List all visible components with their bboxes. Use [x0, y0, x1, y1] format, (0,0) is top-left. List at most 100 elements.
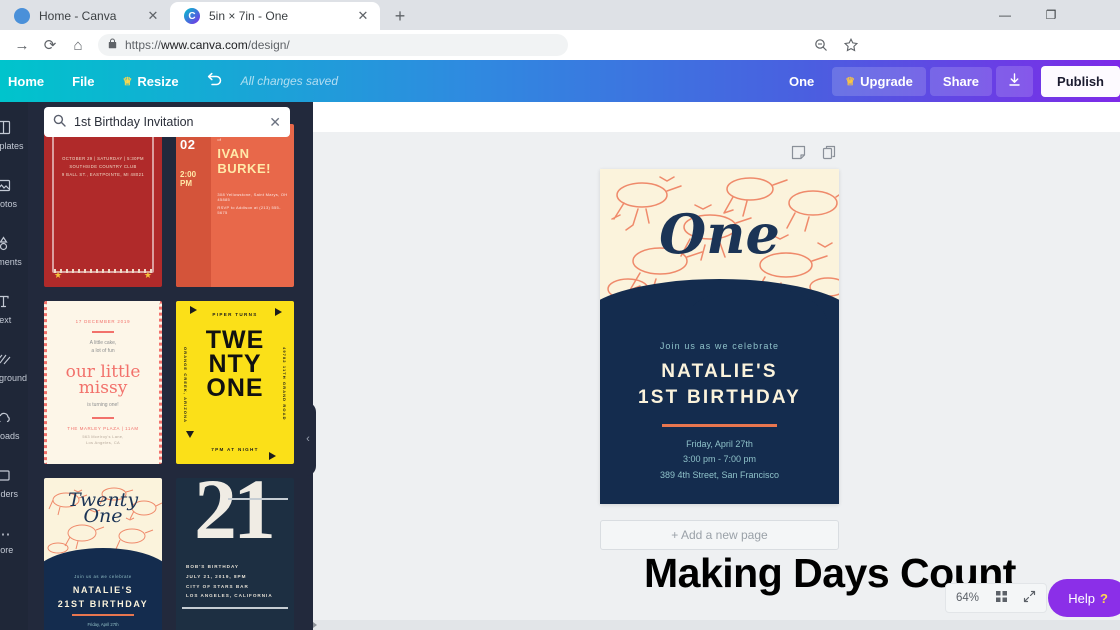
home-icon[interactable]: ⌂: [64, 31, 92, 59]
header-left-group: Home File ♕ Resize All changes saved: [0, 60, 338, 102]
home-menu-button[interactable]: Home: [0, 60, 58, 102]
left-side-text: ORANGE CREEK, ARIZONA: [183, 347, 188, 424]
share-button[interactable]: Share: [929, 66, 993, 96]
zoom-level-label[interactable]: 64%: [956, 592, 979, 604]
rail-label-text: Text: [0, 314, 12, 325]
uploads-icon: [0, 410, 11, 428]
horizontal-scrollbar[interactable]: [313, 620, 1120, 630]
elements-icon: [0, 235, 11, 254]
header-right-group: One ♕ Upgrade Share Publish: [775, 65, 1120, 97]
template-card[interactable]: 21 BOB'S BIRTHDAY JULY 21, 2019, 8PM CIT…: [176, 478, 294, 630]
design-name-line1: NATALIE'S: [661, 361, 778, 382]
rsvp-text: RSVP to Addison at (213) 555-5675: [217, 205, 281, 215]
design-canvas[interactable]: One Join us as we celebrate NATALIE'S 1S…: [600, 169, 839, 504]
favicon-home: [14, 8, 30, 24]
template-card[interactable]: August 02 2:00 PM You're invited to the …: [176, 124, 294, 287]
grid-view-icon[interactable]: [995, 590, 1008, 606]
design-name-lines: NATALIE'S 1ST BIRTHDAY: [600, 359, 839, 410]
address-bar[interactable]: https://www.canva.com/design/: [98, 34, 568, 56]
panel-inner: ONE OCTOBER 29 | SATURDAY | 5:30PM SOUTH…: [28, 102, 313, 630]
template-card[interactable]: 17 DECEMBER 2019 A little cake, a lot of…: [44, 301, 162, 464]
star-icon: ★: [54, 270, 63, 280]
template-card[interactable]: Twenty One Join us as we celebrate NATAL…: [44, 478, 162, 630]
reload-icon[interactable]: ⟳: [36, 31, 64, 59]
browser-tab-home[interactable]: Home - Canva ✕: [0, 2, 170, 30]
day-label: 02: [180, 137, 196, 152]
publish-button[interactable]: Publish: [1041, 65, 1120, 97]
new-tab-button[interactable]: +: [386, 2, 414, 30]
close-window-button[interactable]: [1074, 0, 1120, 30]
forward-icon[interactable]: →: [8, 31, 36, 59]
url-path: /design/: [247, 38, 290, 52]
canva-app: Home File ♕ Resize All changes saved One…: [0, 60, 1120, 630]
help-button[interactable]: Help ?: [1048, 579, 1120, 617]
window-controls: — ❐: [982, 0, 1120, 30]
browser-toolbar: → ⟳ ⌂ https://www.canva.com/design/: [0, 30, 1120, 60]
rail-item-uploads[interactable]: Uploads: [0, 396, 28, 454]
crown-icon: ♕: [845, 75, 856, 88]
close-tab-icon[interactable]: ✕: [354, 7, 372, 25]
template-card[interactable]: PIPER TURNS TWE NTY ONE ORANGE CREEK, AR…: [176, 301, 294, 464]
template-search-box[interactable]: ✕: [44, 107, 290, 137]
rail-item-background[interactable]: Background: [0, 338, 28, 396]
rail-label-uploads: Uploads: [0, 430, 20, 441]
join-text: Join us as we celebrate: [74, 574, 132, 579]
photos-icon: [0, 178, 11, 196]
address-text: 308 Yellowstone, Saint Marys, OH 45885: [217, 192, 288, 202]
rail-item-text[interactable]: Text: [0, 280, 28, 338]
canvas-area: One Join us as we celebrate NATALIE'S 1S…: [313, 102, 1120, 630]
name-text: NATALIE'S 21ST BIRTHDAY: [57, 585, 149, 609]
bottom-label: 7PM AT NIGHT: [211, 447, 259, 452]
help-label: Help: [1068, 590, 1096, 606]
template-card[interactable]: ONE OCTOBER 29 | SATURDAY | 5:30PM SOUTH…: [44, 124, 162, 287]
close-tab-icon[interactable]: ✕: [144, 7, 162, 25]
design-detail-line3: 389 4th Street, San Francisco: [659, 469, 780, 480]
collapse-panel-handle[interactable]: ‹: [300, 402, 316, 476]
rail-item-templates[interactable]: Templates: [0, 106, 28, 164]
rail-item-photos[interactable]: Photos: [0, 164, 28, 222]
app-header: Home File ♕ Resize All changes saved One…: [0, 60, 1120, 102]
clear-search-icon[interactable]: ✕: [269, 114, 281, 131]
tab-title-home: Home - Canva: [39, 9, 117, 23]
url-text: https://www.canva.com/design/: [125, 38, 290, 52]
script-text: Twenty One: [67, 489, 139, 528]
duplicate-page-icon[interactable]: [822, 145, 837, 163]
add-new-page-button[interactable]: + Add a new page: [600, 520, 839, 550]
question-mark-icon: ?: [1100, 590, 1108, 606]
rail-item-more[interactable]: ⋯ More: [0, 512, 28, 570]
template-line: OCTOBER 29 | SATURDAY | 5:30PM: [62, 156, 144, 161]
file-menu-button[interactable]: File: [58, 60, 108, 102]
rail-label-folders: Folders: [0, 488, 18, 499]
upgrade-button[interactable]: ♕ Upgrade: [832, 66, 926, 96]
undo-icon[interactable]: [193, 71, 235, 92]
rail-item-elements[interactable]: Elements: [0, 222, 28, 280]
divider: [227, 498, 288, 500]
resize-button[interactable]: ♕ Resize: [109, 60, 193, 102]
date-text: 17 DECEMBER 2019: [75, 319, 131, 324]
save-status-text: All changes saved: [240, 74, 339, 88]
maximize-button[interactable]: ❐: [1028, 0, 1074, 30]
notes-icon[interactable]: [791, 145, 806, 163]
browser-tab-bar: Home - Canva ✕ C 5in × 7in - One ✕ + — ❐: [0, 0, 1120, 30]
lock-icon: [108, 38, 117, 52]
rail-label-elements: Elements: [0, 256, 22, 267]
background-icon: [0, 352, 11, 370]
scroll-left-arrow[interactable]: [313, 622, 319, 628]
search-input[interactable]: [74, 115, 270, 129]
triangle-decor: [190, 306, 197, 314]
triangle-decor: [275, 308, 282, 316]
turning-text: is turning one!: [87, 402, 119, 409]
minimize-button[interactable]: —: [982, 0, 1028, 30]
design-join-line: Join us as we celebrate: [659, 341, 780, 351]
star-icon: ★: [143, 270, 152, 280]
venue-text: THE MARLEY PLAZA | 11AM: [67, 425, 139, 431]
name-text: IVAN BURKE!: [217, 146, 271, 176]
account-name-button[interactable]: One: [775, 67, 828, 96]
download-icon[interactable]: [996, 65, 1034, 97]
rail-item-folders[interactable]: Folders: [0, 454, 28, 512]
zoom-out-icon[interactable]: [808, 32, 834, 58]
browser-tab-design[interactable]: C 5in × 7in - One ✕: [170, 2, 380, 30]
fullscreen-icon[interactable]: [1023, 590, 1036, 606]
bookmark-star-icon[interactable]: [838, 32, 864, 58]
hero-text: TWE NTY ONE: [205, 326, 265, 402]
